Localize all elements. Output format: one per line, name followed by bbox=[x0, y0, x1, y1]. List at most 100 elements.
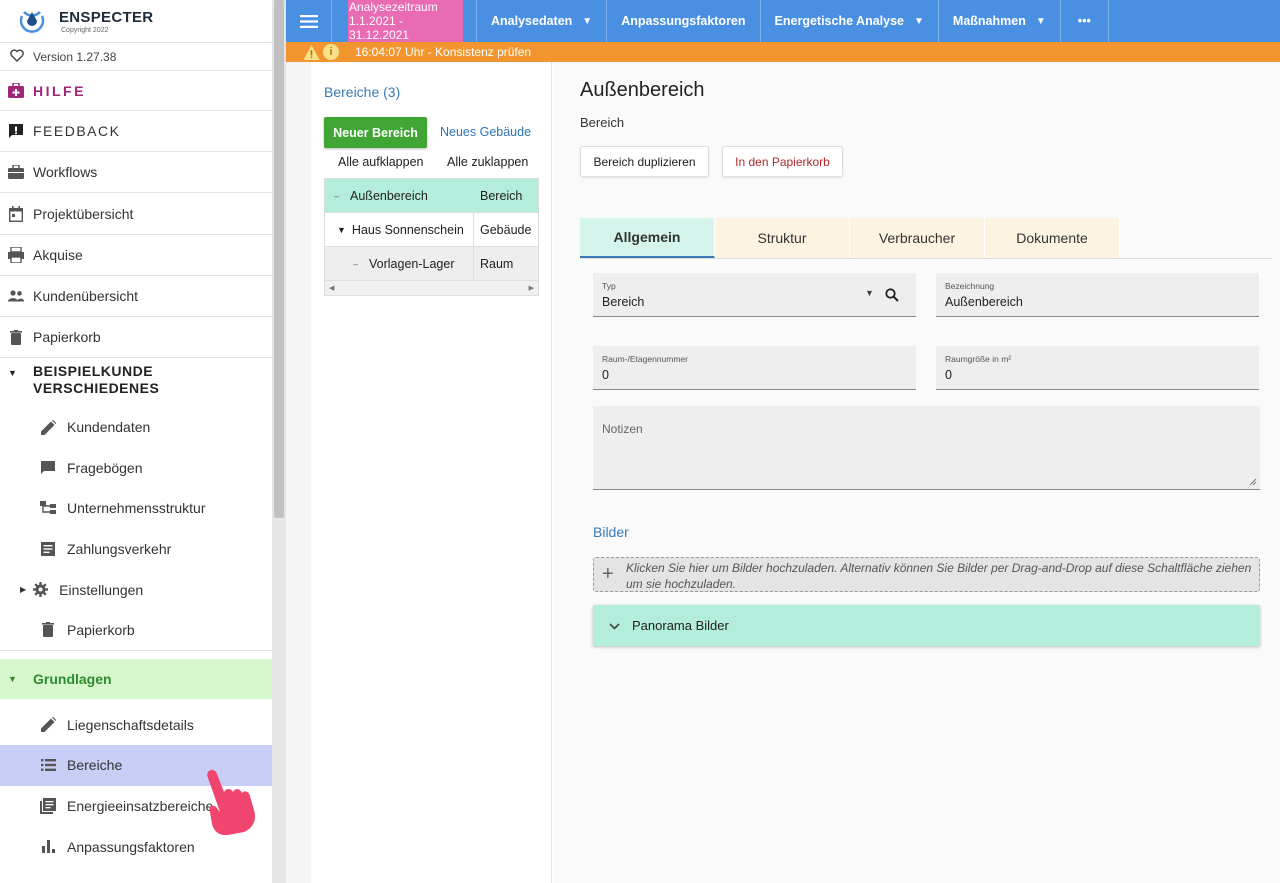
sidebar-label-liegenschaftsdetails: Liegenschaftsdetails bbox=[67, 716, 194, 733]
pointing-hand-icon bbox=[207, 769, 255, 836]
sidebar-label-einstellungen: Einstellungen bbox=[59, 581, 144, 598]
list-document-icon bbox=[40, 541, 56, 557]
sidebar-item-akquise[interactable]: Akquise bbox=[0, 235, 272, 276]
tree-horizontal-scrollbar[interactable]: ◀ ▶ bbox=[325, 281, 538, 295]
nav-analysedaten-label: Analysedaten bbox=[491, 14, 573, 28]
info-icon[interactable]: i bbox=[323, 44, 339, 60]
warning-icon[interactable] bbox=[303, 44, 320, 61]
nav-energetische-analyse-label: Energetische Analyse bbox=[774, 14, 904, 28]
pencil-icon bbox=[40, 717, 56, 733]
bezeichnung-field[interactable]: Bezeichnung Außenbereich bbox=[936, 273, 1259, 317]
sidebar-scrollbar-thumb[interactable] bbox=[274, 0, 284, 518]
tree-row[interactable]: – Vorlagen-Lager Raum bbox=[325, 247, 538, 281]
scroll-right-icon[interactable]: ▶ bbox=[529, 284, 534, 292]
sidebar-label-kundenuebersicht: Kundenübersicht bbox=[33, 288, 139, 304]
sidebar-item-papierkorb[interactable]: Papierkorb bbox=[0, 317, 272, 358]
trash-icon bbox=[8, 329, 24, 345]
tree-row[interactable]: ▼ Haus Sonnenschein Gebäude bbox=[325, 213, 538, 247]
duplicate-button[interactable]: Bereich duplizieren bbox=[580, 146, 709, 177]
caret-down-icon: ▼ bbox=[1035, 15, 1046, 27]
page-subtitle: Bereich bbox=[580, 115, 625, 130]
sidebar-item-unternehmensstruktur[interactable]: Unternehmensstruktur bbox=[0, 488, 272, 529]
sidebar-item-kundenuebersicht[interactable]: Kundenübersicht bbox=[0, 276, 272, 317]
sidebar-item-zahlungsverkehr[interactable]: Zahlungsverkehr bbox=[0, 529, 272, 570]
scroll-left-icon[interactable]: ◀ bbox=[329, 284, 334, 292]
nav-massnahmen[interactable]: Maßnahmen ▼ bbox=[937, 0, 1060, 42]
people-icon bbox=[8, 288, 24, 304]
sidebar-item-projektuebersicht[interactable]: Projektübersicht bbox=[0, 193, 272, 235]
move-to-trash-button[interactable]: In den Papierkorb bbox=[722, 146, 843, 177]
sidebar-scrollbar[interactable] bbox=[272, 0, 286, 883]
raum-etagennummer-field[interactable]: Raum-/Etagennummer 0 bbox=[593, 346, 916, 390]
hamburger-icon bbox=[299, 14, 318, 28]
sidebar-item-einstellungen[interactable]: ▶ Einstellungen bbox=[0, 569, 272, 610]
pencil-icon bbox=[40, 419, 56, 435]
tab-dokumente[interactable]: Dokumente bbox=[985, 218, 1120, 258]
collapse-all-button[interactable]: Alle zuklappen bbox=[447, 155, 528, 169]
sidebar-item-customer-papierkorb[interactable]: Papierkorb bbox=[0, 610, 272, 651]
caret-down-icon: ▼ bbox=[914, 15, 924, 27]
sidebar-label-bereiche: Bereiche bbox=[67, 757, 123, 774]
raum-etagennummer-label: Raum-/Etagennummer bbox=[602, 354, 688, 364]
typ-label: Typ bbox=[602, 281, 616, 291]
typ-value: Bereich bbox=[602, 295, 645, 309]
grundlagen-header[interactable]: ▼ Grundlagen bbox=[0, 658, 272, 699]
expand-all-button[interactable]: Alle aufklappen bbox=[338, 155, 423, 169]
sidebar-label-papierkorb: Papierkorb bbox=[33, 329, 101, 345]
tab-struktur[interactable]: Struktur bbox=[715, 218, 850, 258]
nav-analysedaten[interactable]: Analysedaten ▼ bbox=[476, 0, 606, 42]
heart-icon bbox=[8, 48, 26, 65]
raumgroesse-label: Raumgröße in m² bbox=[945, 354, 1012, 364]
more-menu-button[interactable]: ••• bbox=[1059, 0, 1109, 42]
sidebar-label-projektuebersicht: Projektübersicht bbox=[33, 205, 134, 222]
briefcase-icon bbox=[8, 164, 24, 180]
nav-energetische-analyse[interactable]: Energetische Analyse ▼ bbox=[759, 0, 938, 42]
new-bereich-button[interactable]: Neuer Bereich bbox=[324, 117, 427, 148]
sidebar-item-hilfe[interactable]: HILFE bbox=[0, 71, 272, 111]
sidebar-label-akquise: Akquise bbox=[33, 247, 83, 263]
page-title: Außenbereich bbox=[580, 79, 705, 101]
sidebar-label-workflows: Workflows bbox=[33, 164, 98, 180]
customer-group-header[interactable]: ▼ BEISPIELKUNDE VERSCHIEDENES bbox=[0, 358, 272, 407]
tabs: Allgemein Struktur Verbraucher Dokumente bbox=[580, 218, 1272, 259]
library-icon bbox=[40, 798, 56, 815]
calendar-icon bbox=[8, 205, 24, 222]
resize-handle-icon[interactable] bbox=[1249, 478, 1257, 486]
sidebar-label-frageboegen: Fragebögen bbox=[67, 459, 143, 476]
menu-button[interactable] bbox=[286, 0, 332, 42]
bereiche-panel: Bereiche (3) Neuer Bereich Neues Gebäude… bbox=[311, 62, 552, 883]
sidebar-label-anpassungsfaktoren: Anpassungsfaktoren bbox=[67, 838, 195, 855]
panorama-accordion[interactable]: Panorama Bilder bbox=[593, 605, 1260, 646]
version-row: Version 1.27.38 bbox=[0, 43, 272, 71]
status-bar: i 16:04:07 Uhr - Konsistenz prüfen bbox=[286, 42, 1280, 62]
sidebar-item-kundendaten[interactable]: Kundendaten bbox=[0, 407, 272, 448]
sidebar-label-customer-papierkorb: Papierkorb bbox=[67, 621, 135, 638]
sidebar-label-kundendaten: Kundendaten bbox=[67, 419, 151, 436]
nav-anpassungsfaktoren[interactable]: Anpassungsfaktoren bbox=[606, 0, 759, 42]
typ-select[interactable]: Typ Bereich ▼ bbox=[593, 273, 916, 317]
sidebar-item-liegenschaftsdetails[interactable]: Liegenschaftsdetails bbox=[0, 705, 272, 746]
raumgroesse-field[interactable]: Raumgröße in m² 0 bbox=[936, 346, 1259, 390]
tab-allgemein[interactable]: Allgemein bbox=[580, 218, 715, 258]
tree-row[interactable]: – Außenbereich Bereich bbox=[325, 179, 538, 213]
brand[interactable]: ENSPECTER Copyright 2022 bbox=[0, 0, 272, 43]
new-building-link[interactable]: Neues Gebäude bbox=[440, 125, 531, 139]
nav-anpassungsfaktoren-label: Anpassungsfaktoren bbox=[621, 14, 746, 28]
sidebar-item-frageboegen[interactable]: Fragebögen bbox=[0, 448, 272, 489]
sidebar-item-feedback[interactable]: FEEDBACK bbox=[0, 111, 272, 152]
status-text[interactable]: 16:04:07 Uhr - Konsistenz prüfen bbox=[355, 45, 531, 59]
notizen-label: Notizen bbox=[602, 422, 643, 436]
analysis-period[interactable]: Analysezeitraum 1.1.2021 - 31.12.2021 bbox=[348, 0, 463, 44]
sidebar-item-workflows[interactable]: Workflows bbox=[0, 152, 272, 193]
search-icon[interactable] bbox=[885, 288, 899, 302]
leaf-dash-icon: – bbox=[353, 258, 359, 269]
bereiche-tree: – Außenbereich Bereich ▼ Haus Sonnensche… bbox=[324, 178, 539, 296]
tab-verbraucher[interactable]: Verbraucher bbox=[850, 218, 985, 258]
image-upload-dropzone[interactable]: + Klicken Sie hier um Bilder hochzuladen… bbox=[593, 557, 1260, 592]
notizen-textarea[interactable]: Notizen bbox=[593, 406, 1260, 490]
caret-down-icon[interactable]: ▼ bbox=[865, 288, 874, 298]
detail-panel: Außenbereich Bereich Bereich duplizieren… bbox=[553, 62, 1280, 883]
trash-icon bbox=[40, 622, 56, 638]
caret-down-icon[interactable]: ▼ bbox=[337, 225, 346, 235]
tree-row-type: Gebäude bbox=[480, 222, 532, 237]
